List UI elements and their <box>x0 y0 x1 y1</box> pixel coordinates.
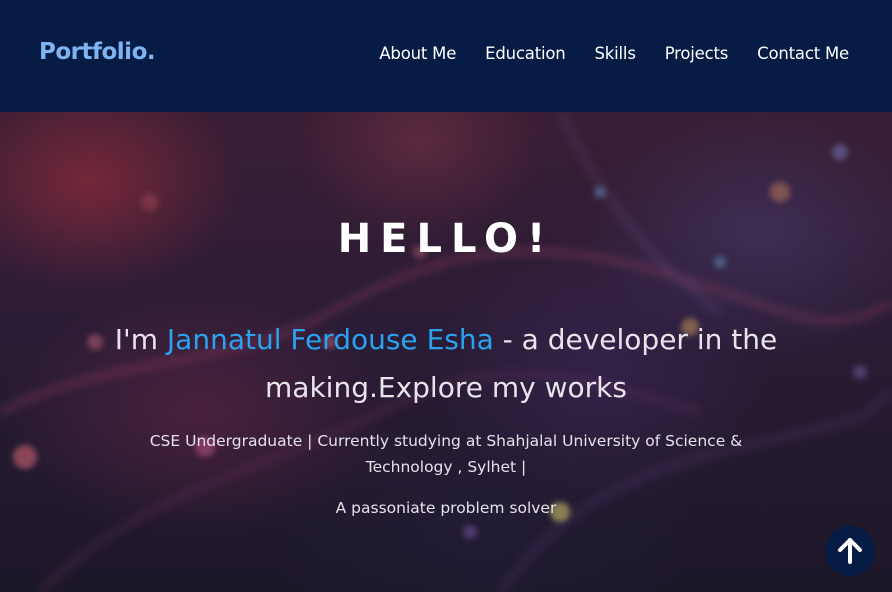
nav-link-contact-me[interactable]: Contact Me <box>757 44 849 63</box>
nav-link-education[interactable]: Education <box>485 44 566 63</box>
hero-name: Jannatul Ferdouse Esha <box>166 323 494 356</box>
nav-link-projects[interactable]: Projects <box>665 44 729 63</box>
page: Portfolio. About Me Education Skills Pro… <box>0 0 892 592</box>
hero-section: HELLO! I'm Jannatul Ferdouse Esha - a de… <box>0 112 892 592</box>
hero-greeting: HELLO! <box>337 215 555 262</box>
logo[interactable]: Portfolio. <box>39 39 156 65</box>
hero-education: CSE Undergraduate | Currently studying a… <box>149 431 743 476</box>
scroll-to-top-button[interactable] <box>825 526 875 576</box>
hero-tagline: A passoniate problem solver <box>335 498 557 517</box>
navbar: Portfolio. About Me Education Skills Pro… <box>0 0 892 112</box>
nav-links: About Me Education Skills Projects Conta… <box>350 44 849 63</box>
nav-link-about-me[interactable]: About Me <box>379 44 456 63</box>
nav-link-skills[interactable]: Skills <box>595 44 636 63</box>
arrow-up-icon <box>838 538 862 564</box>
intro-prefix: I'm <box>114 323 167 356</box>
hero-intro: I'm Jannatul Ferdouse Esha - a developer… <box>96 316 796 412</box>
